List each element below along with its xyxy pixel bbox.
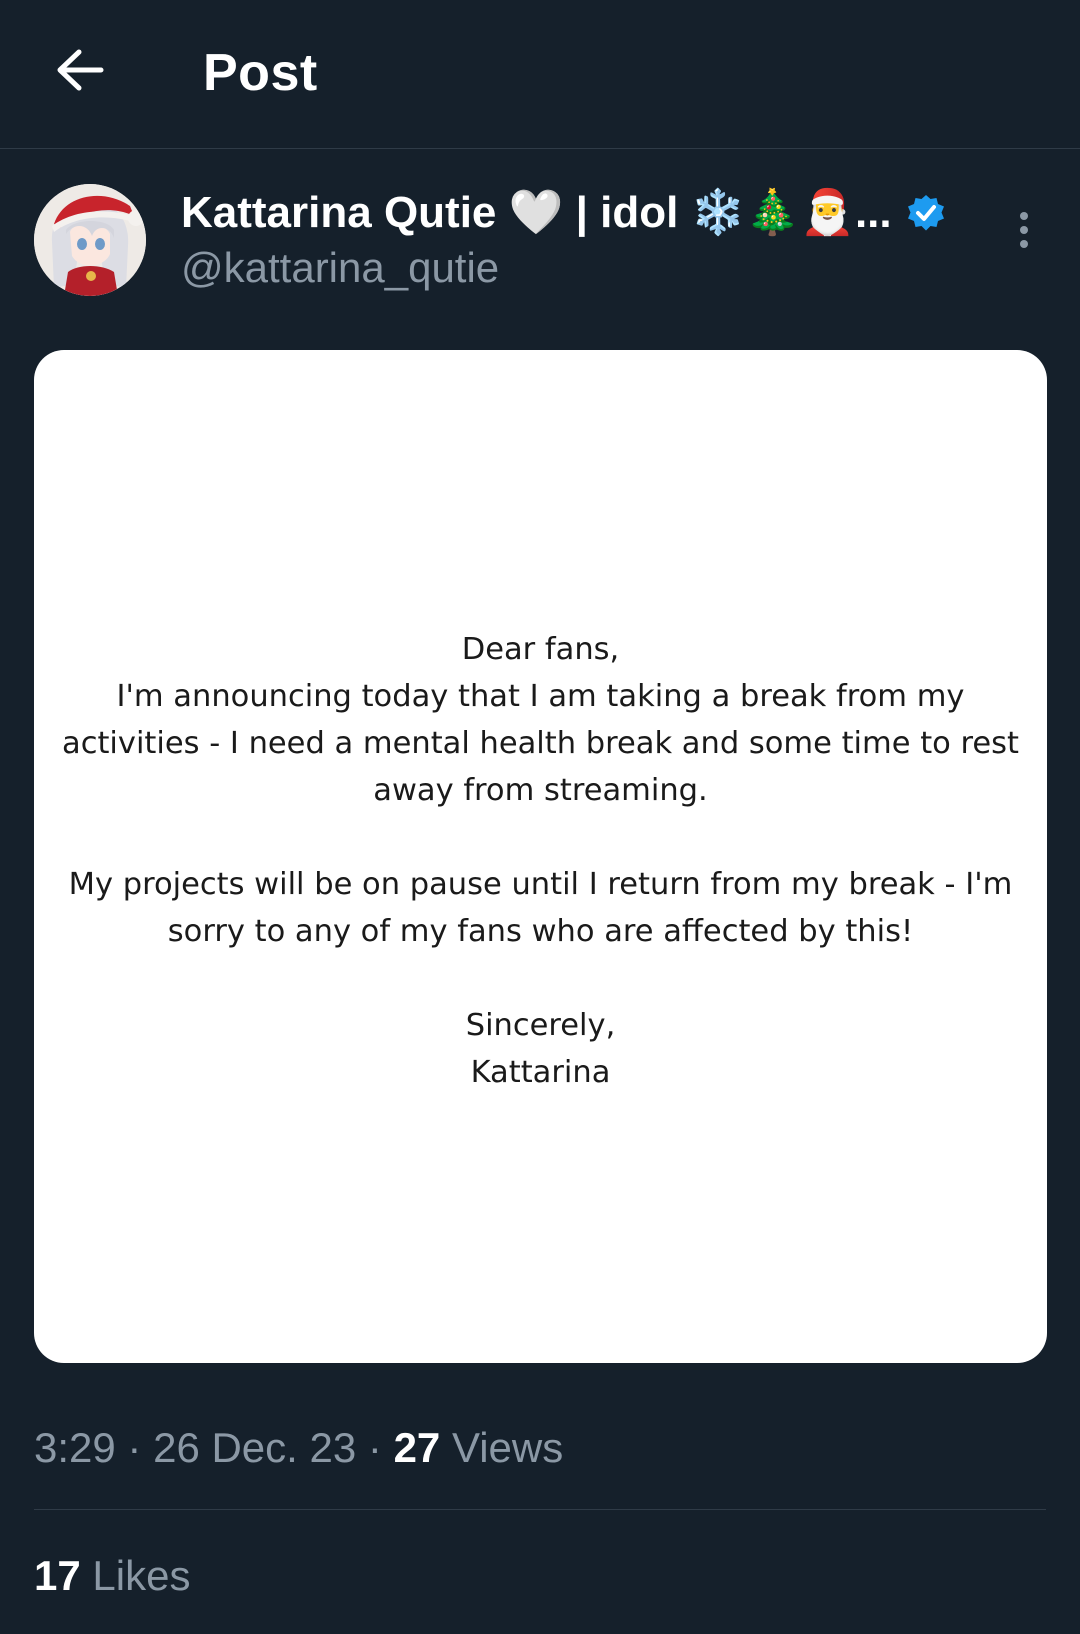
divider [34, 1509, 1046, 1510]
likes-stat[interactable]: 17 Likes [34, 1546, 190, 1606]
meta-separator: · [127, 1424, 142, 1471]
top-bar: Post [0, 0, 1080, 149]
post-date[interactable]: 26 Dec. 23 [153, 1424, 356, 1471]
views-count: 27 [393, 1424, 441, 1471]
page-title: Post [203, 44, 318, 102]
letter-line: My projects will be on pause until I ret… [68, 867, 1013, 902]
likes-label: Likes [92, 1552, 191, 1599]
avatar[interactable] [34, 184, 146, 296]
letter-line: I'm announcing today that I am taking a … [116, 679, 965, 714]
avatar-illustration [34, 184, 146, 296]
post-page: Post Kattarina Qutie 🤍 | idol ❄️🎄🎅... @k… [0, 0, 1080, 1634]
letter-line: activities - I need a mental health brea… [62, 726, 1019, 761]
post-time[interactable]: 3:29 [34, 1424, 116, 1471]
letter-signature: Kattarina [470, 1055, 611, 1090]
author-display-name[interactable]: Kattarina Qutie 🤍 | idol ❄️🎄🎅... [181, 182, 946, 244]
letter-line: away from streaming. [373, 773, 708, 808]
letter-line: sorry to any of my fans who are affected… [167, 914, 914, 949]
arrow-left-icon [57, 49, 104, 91]
views-label: Views [451, 1424, 564, 1471]
announcement-text: Dear fans, I'm announcing today that I a… [34, 626, 1047, 1096]
author-name-text: Kattarina Qutie 🤍 | idol ❄️🎄🎅... [181, 188, 892, 237]
more-options-button[interactable] [1004, 204, 1044, 256]
likes-count: 17 [34, 1552, 81, 1599]
post-image[interactable]: Dear fans, I'm announcing today that I a… [34, 350, 1047, 1363]
verified-badge-icon[interactable] [906, 193, 946, 233]
more-vertical-icon [1020, 212, 1028, 220]
back-button[interactable] [40, 30, 120, 110]
author-handle[interactable]: @kattarina_qutie [181, 240, 499, 296]
letter-greeting: Dear fans, [461, 632, 620, 667]
letter-closing: Sincerely, [465, 1008, 616, 1043]
post-metadata: 3:29 · 26 Dec. 23 · 27 Views [34, 1418, 563, 1478]
meta-separator: · [367, 1424, 382, 1471]
